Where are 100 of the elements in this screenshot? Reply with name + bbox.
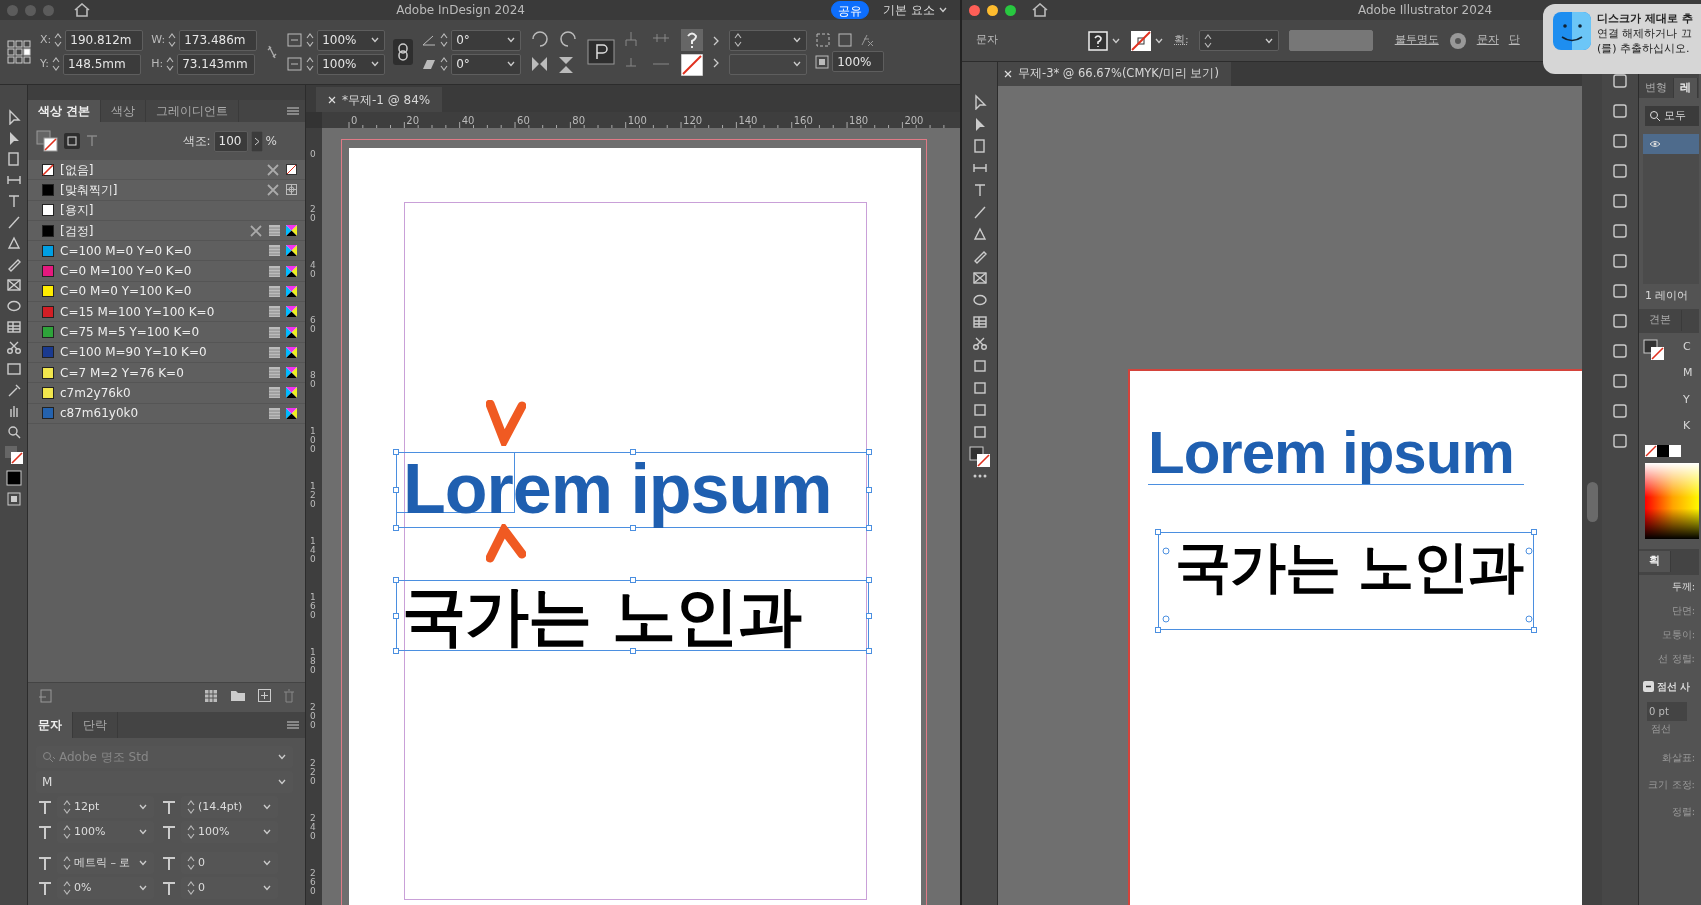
screen-mode-icon[interactable] (5, 491, 22, 507)
fill-stroke-icon[interactable] (1643, 338, 1665, 361)
paragraph-frame-icon[interactable] (587, 39, 616, 65)
table-tool-icon[interactable] (971, 314, 988, 330)
stepper-icon[interactable] (187, 880, 195, 896)
swatch-row[interactable]: C=100 M=0 Y=0 K=0 (28, 241, 305, 262)
angle-field[interactable]: 0° (451, 53, 522, 75)
style-field[interactable] (1288, 30, 1373, 51)
unknown-swatch-icon[interactable] (681, 28, 704, 51)
page-tool-icon[interactable] (5, 151, 22, 167)
panel-tab[interactable]: 레 (1674, 77, 1698, 98)
color-spectrum[interactable] (1645, 462, 1699, 539)
panel-menu-icon[interactable] (287, 107, 299, 117)
swatch-row[interactable]: C=7 M=2 Y=76 K=0 (28, 362, 305, 384)
selection-handle[interactable] (393, 449, 399, 455)
selection-handle[interactable] (866, 487, 872, 493)
workspace-switcher[interactable]: 기본 요소 (883, 1, 948, 19)
frame-icon[interactable] (837, 32, 854, 48)
panel-tab[interactable]: 단락 (73, 712, 118, 738)
table-tool-icon[interactable] (5, 319, 22, 335)
stepper-icon[interactable] (306, 32, 315, 48)
stepper-icon[interactable] (306, 56, 315, 72)
panel-tab[interactable]: 획 (1639, 551, 1671, 572)
scale-field[interactable]: 100% (317, 53, 386, 75)
stepper-icon[interactable] (63, 880, 71, 896)
paragraph-link[interactable]: 단 (1508, 32, 1520, 49)
swatch-row[interactable]: c7m2y76k0 (28, 383, 305, 404)
ellipse-tool-icon[interactable] (971, 292, 988, 308)
stepper-icon[interactable] (440, 32, 449, 48)
corner-widget-icon[interactable] (1162, 615, 1170, 623)
stepper-icon[interactable] (1203, 32, 1212, 49)
selection-handle[interactable] (393, 577, 399, 583)
transform-field[interactable]: 73.143mm (177, 53, 256, 75)
pen-tool-icon[interactable] (971, 226, 988, 242)
fill-swatch-icon[interactable] (5, 470, 22, 486)
stepper-icon[interactable] (187, 824, 195, 840)
search-field[interactable]: 모두 (1645, 106, 1699, 126)
swatch-row[interactable]: c87m61y0k0 (28, 403, 305, 424)
stroke-weight-field[interactable] (729, 29, 808, 51)
container-icon[interactable] (64, 133, 80, 149)
angle-field[interactable]: 0° (451, 29, 522, 51)
stepper-icon[interactable] (63, 799, 71, 815)
line-tool-icon[interactable] (971, 204, 988, 220)
character-link[interactable]: 문자 (1476, 32, 1499, 49)
stepper-icon[interactable] (63, 855, 71, 871)
effects-icon[interactable] (859, 32, 876, 48)
selection-handle[interactable] (393, 487, 399, 493)
selection-handle[interactable] (393, 648, 399, 654)
corner-widget-icon[interactable] (1525, 547, 1533, 555)
scale-field[interactable]: 100% (317, 29, 386, 51)
window-button[interactable] (1005, 4, 1016, 16)
close-icon[interactable] (1004, 70, 1012, 78)
corner-widget-icon[interactable] (1162, 547, 1170, 555)
fill-stroke-icon[interactable] (968, 446, 991, 468)
corner-options-icon[interactable] (815, 32, 832, 48)
window-button[interactable] (969, 4, 980, 16)
eye-icon[interactable] (1649, 140, 1661, 148)
swatch-chips-drawing[interactable] (1645, 444, 1681, 457)
scissors-tool-icon[interactable] (5, 340, 22, 356)
selection-handle[interactable] (393, 525, 399, 531)
fill-swatch-control[interactable] (1088, 30, 1121, 51)
home-icon[interactable] (74, 3, 90, 17)
import-swatch-icon[interactable] (38, 688, 52, 703)
selection-handle[interactable] (866, 525, 872, 531)
frame-tool-icon[interactable] (971, 270, 988, 286)
scrollbar-thumb[interactable] (1587, 482, 1598, 522)
selection-handle[interactable] (393, 612, 399, 619)
stepper-icon[interactable] (54, 32, 63, 48)
fill-stroke-icon[interactable] (36, 130, 58, 152)
none-stroke-swatch-icon[interactable] (681, 53, 704, 76)
selection-handle[interactable] (866, 577, 872, 583)
selection-handle[interactable] (1531, 529, 1537, 535)
stroke-swatch-control[interactable] (1131, 30, 1164, 51)
panel-tab[interactable]: 색상 (101, 100, 147, 122)
swatch-row[interactable]: [맞춰찍기] (28, 180, 305, 201)
ellipse-tool-icon[interactable] (5, 298, 22, 314)
document-tab[interactable]: 무제-3* @ 66.67%(CMYK/미리 보기) (998, 62, 1231, 86)
transform-field[interactable]: 173.486m (179, 29, 258, 51)
panel-tab[interactable]: 그레이디언트 (146, 100, 240, 122)
pen-tool-icon[interactable] (5, 235, 22, 251)
swatch-row[interactable]: C=0 M=0 Y=100 K=0 (28, 281, 305, 303)
swatch-row[interactable]: C=15 M=100 Y=100 K=0 (28, 302, 305, 323)
opacity-link[interactable]: 불투명도 (1394, 32, 1439, 49)
selection-handle[interactable] (866, 648, 872, 654)
window-button[interactable] (987, 4, 998, 16)
swatch-row[interactable]: C=75 M=5 Y=100 K=0 (28, 322, 305, 343)
home-icon[interactable] (1032, 3, 1048, 17)
document-tab[interactable]: *무제-1 @ 84% (316, 87, 443, 112)
close-icon[interactable] (328, 95, 336, 104)
stepper-icon[interactable] (63, 824, 71, 840)
scissors-tool-icon[interactable] (971, 336, 988, 352)
swatch-row[interactable]: C=100 M=90 Y=10 K=0 (28, 342, 305, 363)
selection-handle[interactable] (1155, 627, 1161, 633)
panel-tab[interactable]: 문자 (28, 712, 73, 738)
swatch-view-icon[interactable] (204, 688, 218, 703)
tint-field[interactable]: 100 (213, 130, 248, 152)
fill-stroke-icon[interactable] (3, 445, 24, 465)
stroke-type-field[interactable] (729, 53, 808, 75)
panel-menu-icon[interactable] (287, 721, 299, 731)
share-button[interactable]: 공유 (831, 1, 870, 19)
